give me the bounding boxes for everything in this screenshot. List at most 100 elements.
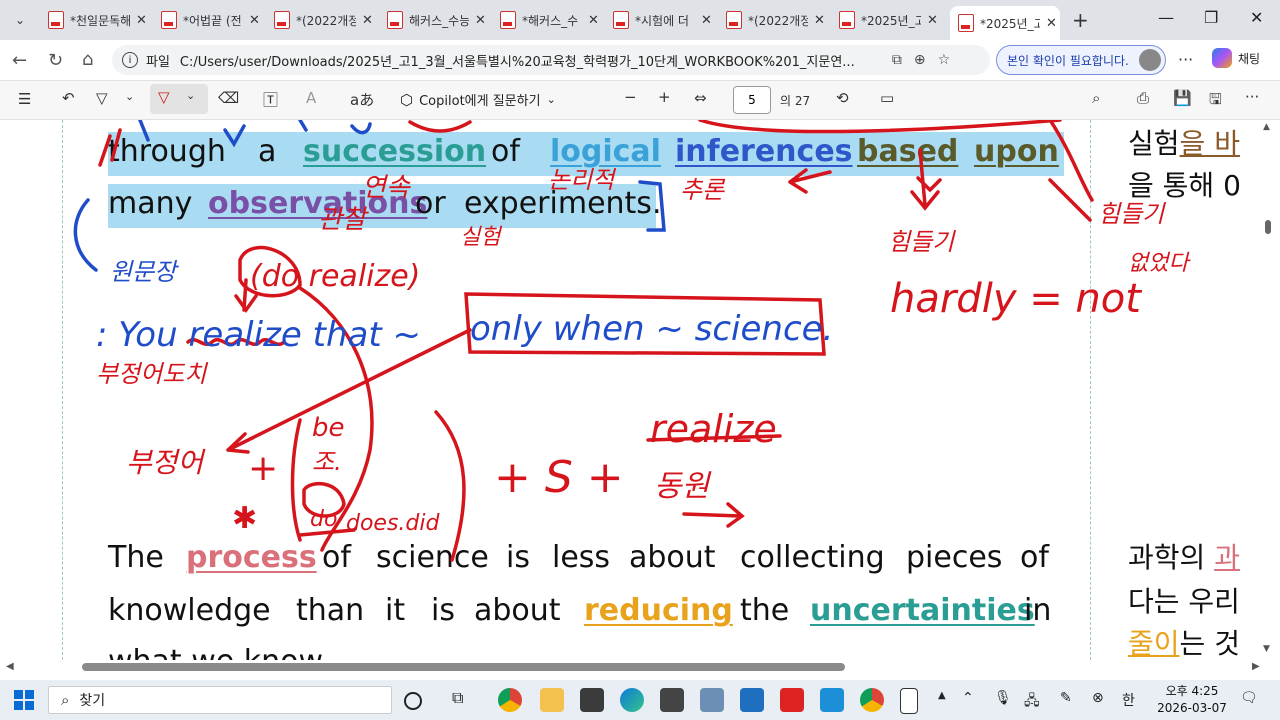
page-view-button[interactable]: ▭ [880, 89, 894, 107]
chrome-icon[interactable] [860, 688, 884, 712]
draw-button[interactable]: ▽ ⌄ [150, 84, 208, 114]
profile-button[interactable]: 본인 확인이 필요합니다. [996, 45, 1166, 75]
minimize-button[interactable]: — [1158, 8, 1174, 27]
cortana-icon[interactable] [404, 692, 422, 710]
save-button[interactable]: 💾 [1173, 89, 1192, 107]
app-icon[interactable] [700, 688, 724, 712]
ime-indicator[interactable]: 한 [1122, 690, 1135, 710]
close-tab-icon[interactable]: ✕ [475, 13, 486, 28]
pdf-page-view[interactable]: through a succession of logical inferenc… [0, 120, 1280, 660]
margin-guide [1090, 120, 1091, 660]
tab-item[interactable]: *시험에 더 ✕ [605, 6, 715, 34]
app-available-icon[interactable]: ⧉ [892, 52, 902, 68]
taskbar-search[interactable]: ⌕ 찾기 [48, 686, 392, 714]
tab-item[interactable]: *(2022개정 ✕ [718, 6, 828, 34]
file-explorer-icon[interactable] [540, 688, 564, 712]
text-format-button[interactable]: A [306, 89, 316, 107]
fit-width-icon: ⇔ [694, 89, 707, 107]
close-tab-icon[interactable]: ✕ [927, 13, 938, 28]
pdf-more-button[interactable]: ··· [1245, 88, 1259, 106]
korean-keyword: 줄이 [1128, 627, 1180, 660]
scroll-up-icon[interactable]: ▲ [1263, 122, 1270, 132]
volume-muted-icon[interactable]: ⊗ [1092, 690, 1104, 706]
find-button[interactable]: ⌕ [1092, 89, 1100, 107]
pdf-icon [387, 11, 403, 29]
tab-title: 해커스_수능 [409, 13, 469, 28]
address-bar[interactable]: i 파일 C:/Users/user/Downloads/2025년_고1_3월… [112, 45, 990, 75]
taskbar-clock[interactable]: 오후 4:25 2026-03-07 [1150, 683, 1234, 717]
save-as-button[interactable]: 🖫 [1209, 89, 1222, 114]
ellipsis-icon: ··· [1178, 50, 1194, 69]
zoom-icon[interactable]: ⊕ [914, 52, 926, 68]
hangul-icon[interactable] [820, 688, 844, 712]
pen-workspace-icon[interactable]: ✎ [1060, 690, 1072, 706]
favorite-star-icon[interactable]: ☆ [938, 52, 951, 68]
doc-word: less [552, 540, 611, 575]
tab-actions-menu[interactable]: ⌄ [6, 6, 34, 34]
pdf-icon [839, 11, 855, 29]
app-icon[interactable] [740, 688, 764, 712]
add-text-button[interactable]: 🅃 [263, 89, 278, 110]
close-tab-icon[interactable]: ✕ [701, 13, 712, 28]
document-icon[interactable] [900, 688, 918, 714]
close-tab-icon[interactable]: ✕ [362, 13, 373, 28]
close-tab-icon[interactable]: ✕ [1046, 16, 1057, 31]
settings-more-button[interactable]: ··· [1178, 50, 1193, 69]
tab-item-active[interactable]: *2025년_고 ✕ [950, 6, 1060, 40]
tab-item[interactable]: 해커스_수능 ✕ [379, 6, 489, 34]
wps-icon[interactable] [780, 688, 804, 712]
start-button[interactable] [14, 690, 34, 710]
page-number-input[interactable]: 5 [733, 86, 771, 114]
url-text[interactable]: C:/Users/user/Downloads/2025년_고1_3월_서울특별… [180, 51, 880, 70]
scroll-right-icon[interactable]: ▶ [1252, 661, 1260, 672]
text-box-icon: 🅃 [263, 91, 279, 109]
doc-word: many [108, 186, 193, 221]
tab-item[interactable]: *2025년_고 ✕ [831, 6, 941, 34]
mail-icon[interactable] [580, 688, 604, 712]
zoom-out-button[interactable]: − [624, 88, 637, 106]
close-tab-icon[interactable]: ✕ [588, 13, 599, 28]
tab-item[interactable]: *(2022개정 ✕ [266, 6, 376, 34]
keyword-observations: observations [208, 186, 428, 221]
horizontal-scroll-thumb[interactable] [82, 663, 845, 671]
ask-copilot-button[interactable]: ⬡ Copilot에게 질문하기 ⌄ [400, 90, 556, 110]
back-button[interactable]: ← [12, 50, 27, 71]
chrome-icon[interactable] [498, 688, 522, 712]
undo-button[interactable]: ↶ [62, 89, 75, 107]
new-tab-button[interactable]: + [1072, 8, 1089, 32]
store-icon[interactable] [660, 688, 684, 712]
refresh-button[interactable]: ↻ [48, 50, 63, 71]
scroll-down-icon[interactable]: ▼ [1263, 644, 1270, 654]
vertical-scroll-thumb[interactable] [1265, 220, 1271, 234]
scroll-left-icon[interactable]: ◀ [6, 661, 14, 672]
highlight-options-button[interactable]: ⌄ [125, 90, 134, 103]
home-button[interactable]: ⌂ [82, 49, 93, 70]
close-tab-icon[interactable]: ✕ [136, 13, 147, 28]
info-icon[interactable]: i [122, 52, 138, 68]
close-tab-icon[interactable]: ✕ [249, 13, 260, 28]
notification-icon[interactable]: 🗨 [1240, 690, 1258, 706]
network-icon[interactable]: 🖧 [1024, 690, 1040, 714]
minus-icon: − [624, 88, 637, 106]
tab-item[interactable]: *천일문독해 ✕ [40, 6, 150, 34]
table-of-contents-button[interactable]: ☰ [18, 90, 31, 108]
taskbar-scroll-icon[interactable]: ▲ [938, 690, 946, 701]
edge-icon[interactable] [620, 688, 644, 712]
rotate-button[interactable]: ⟲ [836, 89, 849, 107]
eraser-button[interactable]: ⌫ [218, 89, 239, 107]
task-view-icon[interactable]: ⧉ [452, 688, 476, 712]
zoom-in-button[interactable]: + [658, 88, 671, 106]
restore-button[interactable]: ❐ [1204, 8, 1218, 27]
close-window-button[interactable]: ✕ [1250, 8, 1263, 27]
tab-item[interactable]: *해커스_수 ✕ [492, 6, 602, 34]
microphone-icon[interactable]: 🎙 [994, 690, 1012, 706]
show-hidden-icons-icon[interactable]: ⌃ [962, 690, 974, 706]
read-aloud-button[interactable]: aあ [350, 89, 374, 110]
highlight-button[interactable]: ▽ [96, 89, 108, 107]
tab-item[interactable]: *어법끝 (전 ✕ [153, 6, 263, 34]
print-button[interactable]: ⎙ [1137, 89, 1149, 107]
copilot-chat-button[interactable]: 채팅 [1212, 48, 1260, 68]
close-tab-icon[interactable]: ✕ [814, 13, 825, 28]
vertical-scrollbar[interactable]: ▲ ▼ [1263, 120, 1275, 660]
fit-width-button[interactable]: ⇔ [694, 89, 707, 107]
